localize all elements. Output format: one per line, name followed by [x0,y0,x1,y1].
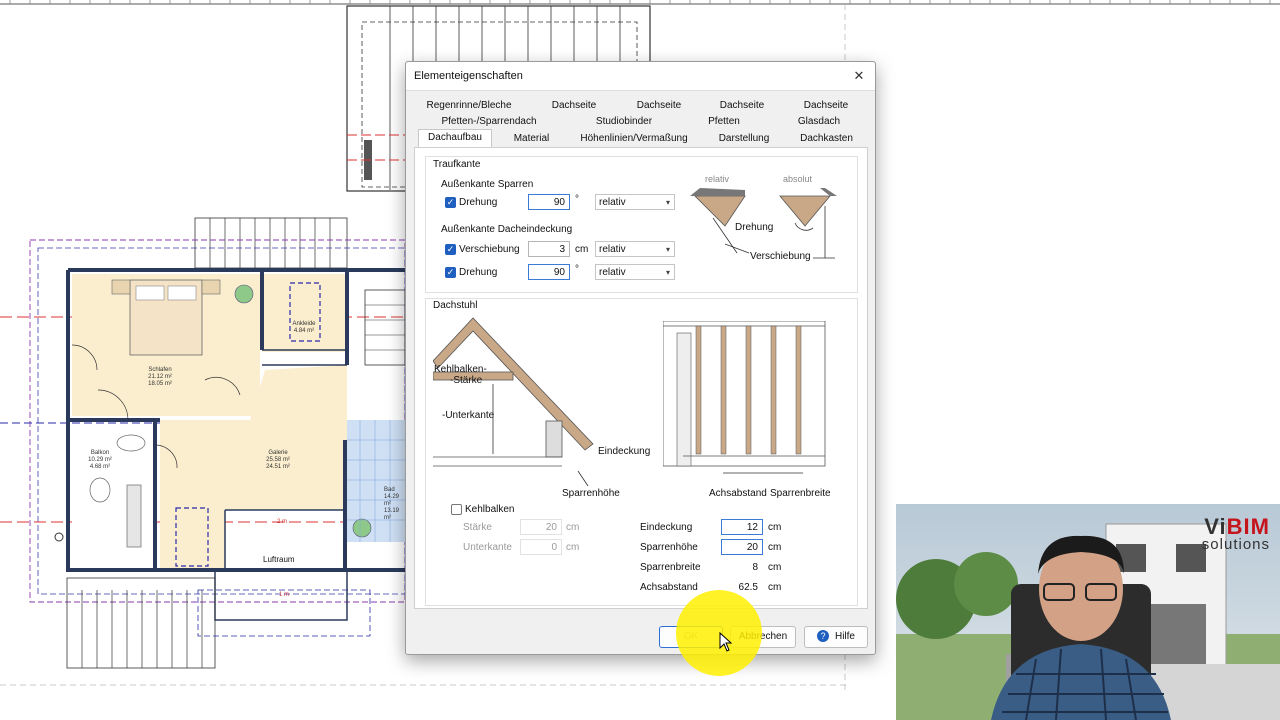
input-verschiebung[interactable]: 3 [528,241,570,257]
tab-dachseite-1[interactable]: Dachseite [534,98,614,114]
tab-panel-dachaufbau: Traufkante Außenkante Sparren ✓ Drehung … [414,147,868,609]
room-label-ankleide: Ankleide 4.84 m² [292,321,316,334]
diagram-label-eindeckung: Eindeckung [598,446,651,457]
unit-degree: ° [575,264,579,275]
help-button[interactable]: ? Hilfe [804,626,868,648]
select-value: relativ [599,267,626,278]
input-drehung-eindeckung[interactable]: 90 [528,264,570,280]
chevron-down-icon: ▾ [665,268,670,277]
diagram-label-achsabstand: Achsabstand [709,488,767,499]
dachstuhl-plan-diagram [663,321,826,474]
unit-cm: cm [768,522,782,533]
label-sparrenbreite: Sparrenbreite [640,562,701,573]
element-properties-dialog: Elementeigenschaften ✕ Regenrinne/Bleche… [405,61,876,655]
unit-cm: cm [566,542,580,553]
vibim-logo: ViBIM solutions [1201,514,1270,553]
label-aussenkante-dacheindeckung: Außenkante Dacheindeckung [441,224,573,235]
tab-pfetten-sparrendach[interactable]: Pfetten-/Sparrendach [414,114,564,130]
room-label-schlafen: Schlafen 21.12 m² 18.05 m² [148,367,172,387]
label-aussenkante-sparren: Außenkante Sparren [441,179,534,190]
diagram-label-absolut: absolut [783,174,813,184]
label-sparrenhoehe: Sparrenhöhe [640,542,698,553]
label-eindeckung: Eindeckung [640,522,693,533]
tab-regenrinne[interactable]: Regenrinne/Bleche [414,98,524,114]
checkbox-verschiebung[interactable]: ✓ [445,244,456,255]
input-sparrenbreite[interactable]: 8 [721,559,763,575]
tab-dachseite-4[interactable]: Dachseite [786,98,866,114]
unit-cm: cm [575,244,589,255]
unit-cm: cm [566,522,580,533]
unit-cm: cm [768,542,782,553]
unit-cm: cm [768,562,782,573]
select-mode-drehung-sparren[interactable]: relativ ▾ [595,194,675,210]
tab-studiobinder[interactable]: Studiobinder [574,114,674,130]
tab-glasdach[interactable]: Glasdach [779,114,859,130]
close-icon[interactable]: ✕ [849,66,869,86]
select-value: relativ [599,197,626,208]
diagram-label-sparrenbreite: Sparrenbreite [770,488,831,499]
room-label-balkon: Balkon 10.29 m² 4.68 m² [88,450,112,470]
room-label-galerie: Galerie 25.58 m² 24.51 m² [266,450,290,470]
help-icon: ? [816,630,829,643]
label-staerke: Stärke [463,522,492,533]
webcam-overlay: ViBIM solutions [896,504,1280,720]
dialog-titlebar[interactable]: Elementeigenschaften ✕ [406,62,875,91]
tab-dachseite-3[interactable]: Dachseite [702,98,782,114]
label-achsabstand: Achsabstand [640,582,698,593]
diagram-label-verschiebung: Verschiebung [750,251,811,262]
label-unterkante: Unterkante [463,542,512,553]
tab-dachkasten[interactable]: Dachkasten [789,131,864,147]
select-value: relativ [599,244,626,255]
unit-degree: ° [575,194,579,205]
dachstuhl-section-diagram [433,317,594,487]
diagram-label-drehung: Drehung [735,222,774,233]
label-drehung: Drehung [459,197,498,208]
checkbox-drehung-eindeckung[interactable]: ✓ [445,267,456,278]
label-kehlbalken: Kehlbalken [465,504,515,515]
tab-hoehenlinien[interactable]: Höhenlinien/Vermaßung [574,131,694,147]
label-drehung: Drehung [459,267,498,278]
diagram-label-relativ: relativ [705,174,730,184]
diagram-label-unterkante: -Unterkante [442,410,495,421]
input-unterkante[interactable]: 0 [520,539,562,555]
tab-pfetten[interactable]: Pfetten [684,114,764,130]
diagram-label-kehlbalken: Kehlbalken- [434,364,487,375]
select-mode-drehung-eindeckung[interactable]: relativ ▾ [595,264,675,280]
input-eindeckung[interactable]: 12 [721,519,763,535]
diagram-label-staerke: -Stärke [450,375,483,386]
room-label-bad: Bad 14.29 m² 13.19 m² [384,487,400,521]
chevron-down-icon: ▾ [665,245,670,254]
label-verschiebung: Verschiebung [459,244,520,255]
dimension-label: 1 m [278,592,289,598]
group-label-traufkante: Traufkante [433,159,481,170]
input-sparrenhoehe[interactable]: 20 [721,539,763,555]
checkbox-kehlbalken[interactable] [451,504,462,515]
diagram-label-sparrenhoehe: Sparrenhöhe [562,488,620,499]
dimension-label: 2 m [276,519,287,525]
input-drehung-sparren[interactable]: 90 [528,194,570,210]
tab-dachseite-2[interactable]: Dachseite [619,98,699,114]
help-label: Hilfe [834,631,855,642]
room-label-luftraum: Luftraum [263,555,295,564]
input-staerke[interactable]: 20 [520,519,562,535]
checkbox-drehung-sparren[interactable]: ✓ [445,197,456,208]
unit-cm: cm [768,582,782,593]
group-label-dachstuhl: Dachstuhl [433,300,478,311]
tab-dachaufbau[interactable]: Dachaufbau [418,129,492,148]
tab-darstellung[interactable]: Darstellung [704,131,784,147]
dialog-title: Elementeigenschaften [414,70,523,82]
chevron-down-icon: ▾ [665,198,670,207]
tab-material[interactable]: Material [504,131,559,147]
mouse-pointer-icon [719,632,733,652]
select-mode-verschiebung[interactable]: relativ ▾ [595,241,675,257]
